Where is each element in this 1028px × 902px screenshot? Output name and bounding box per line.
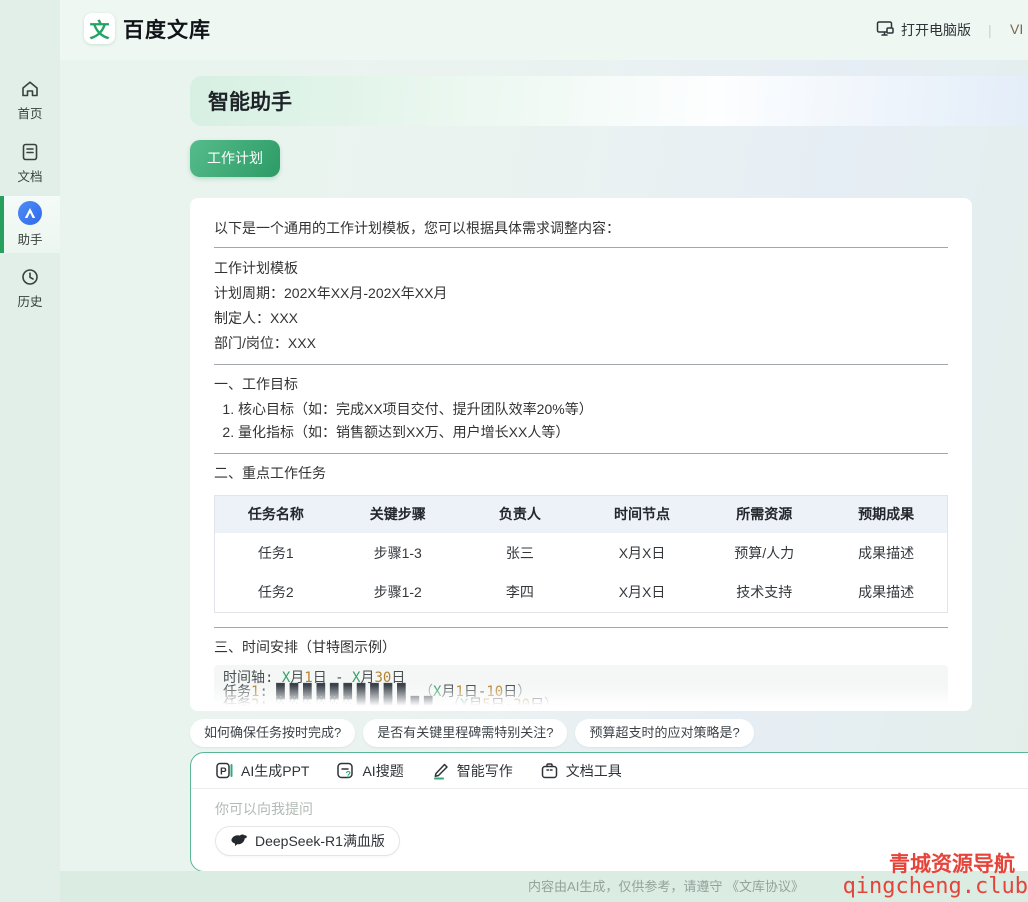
open-pc-label: 打开电脑版 <box>901 20 971 40</box>
sidebar-item-assistant[interactable]: 助手 <box>0 196 60 253</box>
doc-tools-button[interactable]: 文档工具 <box>540 761 622 781</box>
table-cell: 李四 <box>459 573 581 613</box>
meta-line: 制定人：XXX <box>214 307 948 330</box>
sidebar-item-docs[interactable]: 文档 <box>0 135 60 192</box>
sidebar-item-history[interactable]: 历史 <box>0 260 60 317</box>
divider <box>214 364 948 365</box>
composer-toolbar: P AI生成PPT ? AI搜题 智能写作 <box>191 753 1028 789</box>
table-cell: 成果描述 <box>825 533 947 573</box>
divider <box>214 627 948 628</box>
goal-list: 核心目标（如：完成XX项目交付、提升团队效率20%等） 量化指标（如：销售额达到… <box>214 398 948 444</box>
table-cell: 步骤1-2 <box>337 573 459 613</box>
sidebar-item-label: 首页 <box>17 103 42 122</box>
monitor-icon <box>876 20 901 40</box>
gantt-ascii-chart: 时间轴: X月1日 - X月30日任务1: ██████████ （X月1日-1… <box>214 665 948 711</box>
goal-item: 量化指标（如：销售额达到XX万、用户增长XX人等） <box>238 421 948 444</box>
sidebar-item-home[interactable]: 首页 <box>0 72 60 129</box>
task-table: 任务名称 关键步骤 负责人 时间节点 所需资源 预期成果 任务1 步骤1-3 张… <box>214 495 948 613</box>
plan-meta: 工作计划模板 计划周期：202X年XX月-202X年XX月 制定人：XXX 部门… <box>214 257 948 355</box>
table-header-cell: 负责人 <box>459 496 581 533</box>
assistant-icon <box>18 201 42 225</box>
suggestion-chip[interactable]: 是否有关键里程碑需特别关注? <box>363 719 567 747</box>
table-header-cell: 预期成果 <box>825 496 947 533</box>
meta-line: 部门/岗位：XXX <box>214 332 948 355</box>
ai-disclaimer: 内容由AI生成，仅供参考，请遵守 <box>528 879 722 894</box>
page-title: 智能助手 <box>208 86 292 116</box>
section-title: 一、工作目标 <box>214 374 948 394</box>
document-icon <box>20 142 40 162</box>
wenku-logo-icon: 文 <box>84 13 115 44</box>
sidebar-item-label: 助手 <box>17 229 42 248</box>
ppt-icon: P <box>215 761 234 780</box>
suggestion-chips: 如何确保任务按时完成? 是否有关键里程碑需特别关注? 预算超支时的应对策略是? <box>190 719 1028 747</box>
model-selector-button[interactable]: DeepSeek-R1满血版 <box>215 826 400 856</box>
watermark: 青城资源导航 qingcheng.club <box>843 853 1028 899</box>
sidebar-item-label: 历史 <box>17 291 42 310</box>
table-cell: 成果描述 <box>825 573 947 613</box>
smart-writing-button[interactable]: 智能写作 <box>431 761 513 781</box>
svg-text:?: ? <box>346 770 352 780</box>
library-agreement-link[interactable]: 《文库协议》 <box>726 879 804 894</box>
brand-logo[interactable]: 文 百度文库 <box>84 13 211 44</box>
pen-icon <box>431 761 450 780</box>
deepseek-whale-icon <box>230 833 248 850</box>
toolbox-icon <box>540 761 559 780</box>
gantt-line: 任务2: ░░░░░░██████ （X月5日-20日） <box>223 699 939 711</box>
meta-line: 计划周期：202X年XX月-202X年XX月 <box>214 282 948 305</box>
table-cell: 预算/人力 <box>703 533 825 573</box>
table-header-cell: 关键步骤 <box>337 496 459 533</box>
sidebar: 首页 文档 助手 历史 <box>0 0 60 902</box>
ai-ppt-button[interactable]: P AI生成PPT <box>215 761 309 781</box>
main-area: 智能助手 工作计划 以下是一个通用的工作计划模板，您可以根据具体需求调整内容： … <box>60 60 1028 902</box>
tool-label: 文档工具 <box>566 761 622 781</box>
sidebar-item-label: 文档 <box>17 166 42 185</box>
table-cell: 任务1 <box>215 533 337 573</box>
table-row: 任务2 步骤1-2 李四 X月X日 技术支持 成果描述 <box>215 573 948 613</box>
tool-label: AI生成PPT <box>241 761 309 781</box>
table-header-cell: 任务名称 <box>215 496 337 533</box>
open-pc-button[interactable]: 打开电脑版 <box>876 20 971 40</box>
goal-item: 核心目标（如：完成XX项目交付、提升团队效率20%等） <box>238 398 948 421</box>
clock-icon <box>20 267 40 287</box>
tool-label: AI搜题 <box>362 761 403 781</box>
user-message-bubble: 工作计划 <box>190 140 280 177</box>
table-header-cell: 时间节点 <box>581 496 703 533</box>
section-title: 二、重点工作任务 <box>214 463 948 483</box>
topbar: 文 百度文库 打开电脑版 | VI <box>60 0 1028 60</box>
page-header: 智能助手 <box>190 76 1028 126</box>
table-cell: 任务2 <box>215 573 337 613</box>
meta-line: 工作计划模板 <box>214 257 948 280</box>
table-cell: X月X日 <box>581 533 703 573</box>
home-icon <box>20 79 40 99</box>
table-header-cell: 所需资源 <box>703 496 825 533</box>
table-cell: X月X日 <box>581 573 703 613</box>
table-header-row: 任务名称 关键步骤 负责人 时间节点 所需资源 预期成果 <box>215 496 948 533</box>
divider <box>214 247 948 248</box>
answer-intro: 以下是一个通用的工作计划模板，您可以根据具体需求调整内容： <box>214 218 948 238</box>
table-cell: 技术支持 <box>703 573 825 613</box>
svg-text:P: P <box>220 767 227 778</box>
topbar-divider: | <box>988 22 992 38</box>
vip-link[interactable]: VI <box>1010 21 1023 37</box>
model-name: DeepSeek-R1满血版 <box>255 831 385 851</box>
suggestion-chip[interactable]: 如何确保任务按时完成? <box>190 719 355 747</box>
suggestion-chip[interactable]: 预算超支时的应对策略是? <box>575 719 753 747</box>
divider <box>214 453 948 454</box>
section-title: 三、时间安排（甘特图示例） <box>214 637 948 657</box>
question-search-icon: ? <box>336 761 355 780</box>
ai-search-question-button[interactable]: ? AI搜题 <box>336 761 403 781</box>
watermark-line2: qingcheng.club <box>843 875 1028 899</box>
assistant-answer-card: 以下是一个通用的工作计划模板，您可以根据具体需求调整内容： 工作计划模板 计划周… <box>190 198 972 711</box>
table-cell: 步骤1-3 <box>337 533 459 573</box>
tool-label: 智能写作 <box>457 761 513 781</box>
table-cell: 张三 <box>459 533 581 573</box>
watermark-line1: 青城资源导航 <box>843 853 1028 876</box>
brand-name: 百度文库 <box>123 14 211 44</box>
table-row: 任务1 步骤1-3 张三 X月X日 预算/人力 成果描述 <box>215 533 948 573</box>
chat-input[interactable] <box>215 801 815 817</box>
